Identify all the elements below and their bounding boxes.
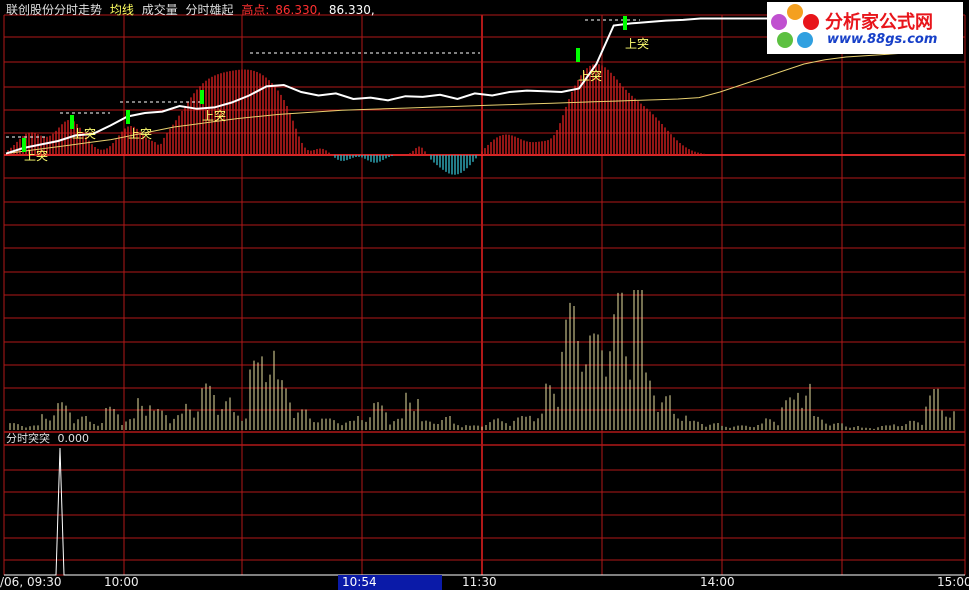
time-label-start: /06, 09:30 (0, 575, 62, 589)
breakout-label: 上突 (72, 126, 96, 141)
lower-indicator-line (4, 447, 965, 576)
breakout-marker (200, 90, 204, 104)
chart-grid (3, 14, 966, 576)
breakout-label: 上突 (625, 36, 649, 51)
flower-logo-icon (771, 4, 819, 48)
lower-indicator-name: 分时突突 (6, 432, 50, 445)
site-logo: 分析家公式网 www.88gs.com (767, 2, 963, 54)
time-label-1400: 14:00 (700, 575, 735, 589)
breakout-marker (126, 110, 130, 124)
time-label-1130: 11:30 (462, 575, 497, 589)
breakout-marker (623, 16, 627, 30)
breakout-dash-lines (6, 19, 640, 138)
volume-label: 成交量 (141, 3, 178, 17)
high-value-2: 86.330, (328, 3, 375, 17)
lower-indicator-value: 0.000 (57, 432, 90, 445)
chart-header: 联创股份分时走势 均线 成交量 分时雄起 高点: 86.330, 86.330, (6, 1, 379, 18)
breakout-label: 上突 (24, 148, 48, 163)
breakout-label: 上突 (128, 126, 152, 141)
time-label-1000: 10:00 (104, 575, 139, 589)
cursor-time-box: 10:54 (338, 575, 442, 590)
stock-title: 联创股份分时走势 (6, 3, 103, 17)
logo-url: www.88gs.com (827, 32, 938, 47)
breakout-label: 上突 (578, 68, 602, 83)
time-label-1500: 15:00 (937, 575, 969, 589)
avg-line-label: 均线 (109, 3, 134, 17)
lower-panel-title: 分时突突 0.000 (6, 430, 89, 446)
high-value-1: 86.330, (275, 3, 322, 17)
intraday-chart: 上突上突 上突上突上突上突 (3, 14, 966, 576)
logo-name: 分析家公式网 (825, 12, 933, 33)
indicator-label: 分时雄起 (185, 3, 234, 17)
breakout-marker (576, 48, 580, 62)
breakout-label: 上突 (202, 108, 226, 123)
high-label: 高点: (241, 3, 270, 17)
